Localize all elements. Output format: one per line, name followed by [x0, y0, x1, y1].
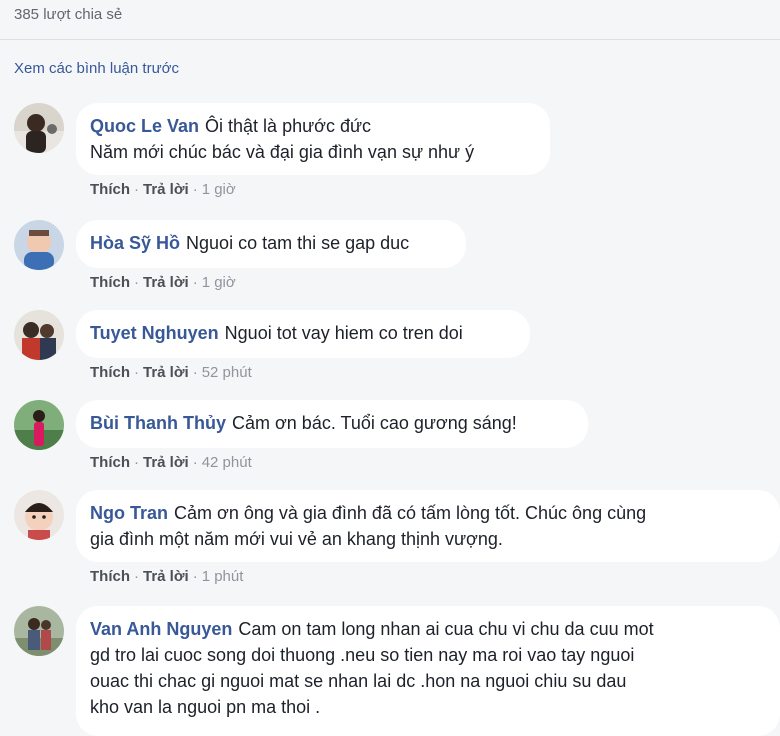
comment-actions: Thích · Trả lời · 52 phút [90, 364, 252, 381]
comment-bubble: Van Anh Nguyen Cam on tam long nhan ai cu… [76, 606, 780, 736]
separator: · [134, 454, 139, 471]
avatar[interactable] [14, 606, 64, 656]
reply-link[interactable]: Trả lời [143, 454, 189, 471]
comment-text: Cảm ơn ông và gia đình đã có tấm lòng tố… [174, 503, 647, 523]
comment-time[interactable]: 1 giờ [202, 274, 236, 291]
comment-author[interactable]: Ngo Tran [90, 503, 168, 523]
avatar[interactable] [14, 220, 64, 270]
separator: · [192, 274, 198, 291]
comment-author[interactable]: Quoc Le Van [90, 116, 199, 136]
comment-text: ouac thi chac gi nguoi mat se nhan lai d… [90, 671, 627, 691]
comment-text: gia đình một năm mới vui vẻ an khang thị… [90, 529, 503, 549]
divider [0, 39, 780, 40]
separator: · [134, 364, 139, 381]
comment-actions: Thích · Trả lời · 1 giờ [90, 181, 236, 198]
comment-author[interactable]: Bùi Thanh Thủy [90, 413, 226, 433]
comment-author[interactable]: Tuyet Nghuyen [90, 323, 219, 343]
avatar[interactable] [14, 400, 64, 450]
like-link[interactable]: Thích [90, 364, 130, 381]
reply-link[interactable]: Trả lời [143, 181, 189, 198]
reply-link[interactable]: Trả lời [143, 274, 189, 291]
separator: · [192, 364, 198, 381]
comment-time[interactable]: 1 phút [202, 568, 244, 585]
separator: · [192, 568, 198, 585]
comment-author[interactable]: Hòa Sỹ Hồ [90, 233, 180, 253]
comment-bubble: Hòa Sỹ Hồ Nguoi co tam thi se gap duc [76, 220, 466, 268]
comment-time[interactable]: 42 phút [202, 454, 252, 471]
view-previous-comments-link[interactable]: Xem các bình luận trước [14, 60, 179, 77]
shares-count[interactable]: 385 lượt chia sẻ [14, 6, 122, 23]
comment-text: Ôi thật là phước đức [205, 116, 372, 136]
like-link[interactable]: Thích [90, 181, 130, 198]
comment-text: Cam on tam long nhan ai cua chu vi chu d… [238, 619, 654, 639]
comment-time[interactable]: 1 giờ [202, 181, 236, 198]
separator: · [192, 454, 198, 471]
reply-link[interactable]: Trả lời [143, 364, 189, 381]
comment-text: Nguoi co tam thi se gap duc [186, 233, 410, 253]
comment-bubble: Bùi Thanh Thủy Cảm ơn bác. Tuổi cao gương… [76, 400, 588, 448]
comment-actions: Thích · Trả lời · 1 phút [90, 568, 243, 585]
avatar[interactable] [14, 310, 64, 360]
comment-actions: Thích · Trả lời · 1 giờ [90, 274, 236, 291]
like-link[interactable]: Thích [90, 274, 130, 291]
separator: · [134, 568, 139, 585]
separator: · [134, 181, 139, 198]
separator: · [192, 181, 198, 198]
like-link[interactable]: Thích [90, 454, 130, 471]
comment-actions: Thích · Trả lời · 42 phút [90, 454, 252, 471]
comment-bubble: Quoc Le Van Ôi thật là phước đức Năm mới … [76, 103, 550, 175]
comment-text: Cảm ơn bác. Tuổi cao gương sáng! [231, 413, 517, 433]
comment-text: kho van la nguoi pn ma thoi . [90, 697, 321, 717]
separator: · [134, 274, 139, 291]
comment-time[interactable]: 52 phút [202, 364, 252, 381]
like-link[interactable]: Thích [90, 568, 130, 585]
reply-link[interactable]: Trả lời [143, 568, 189, 585]
avatar[interactable] [14, 490, 64, 540]
avatar[interactable] [14, 103, 64, 153]
comment-bubble: Tuyet Nghuyen Nguoi tot vay hiem co tren … [76, 310, 530, 358]
comment-text: gd tro lai cuoc song doi thuong .neu so … [90, 645, 635, 665]
comment-text: Năm mới chúc bác và đại gia đình vạn sự … [90, 142, 475, 162]
comment-text: Nguoi tot vay hiem co tren doi [224, 323, 463, 343]
comment-bubble: Ngo Tran Cảm ơn ông và gia đình đã có tấm… [76, 490, 780, 562]
comment-author[interactable]: Van Anh Nguyen [90, 619, 232, 639]
